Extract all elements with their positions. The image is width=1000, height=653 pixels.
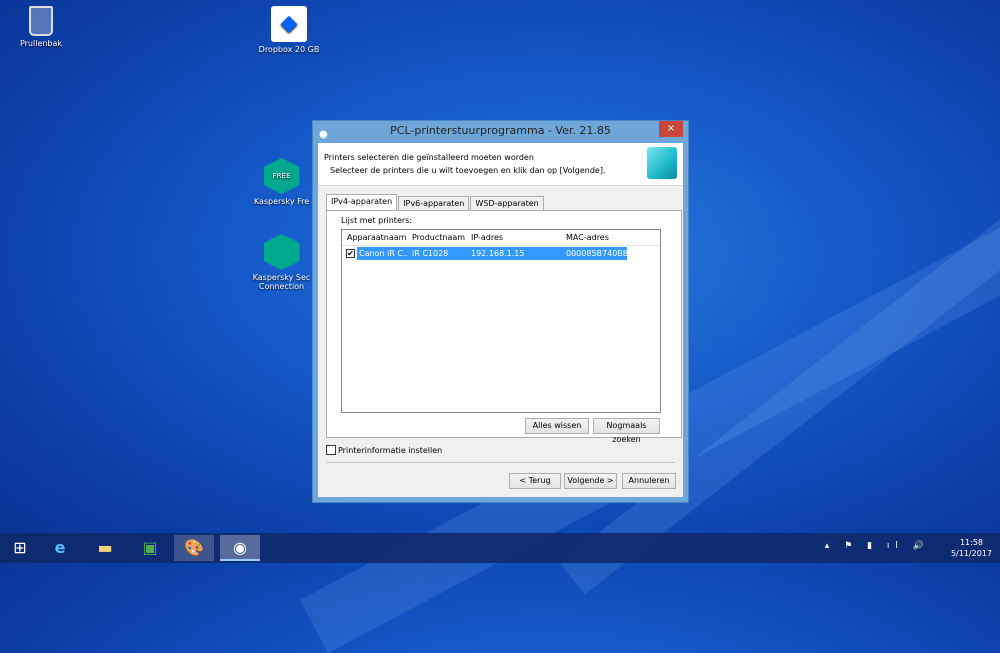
printer-driver-taskbar-icon[interactable]: ◉ xyxy=(220,535,260,561)
start-windows-icon[interactable]: ⊞ xyxy=(0,535,40,561)
list-label: Lijst met printers: xyxy=(341,216,413,225)
printer-info-checkbox[interactable]: Printerinformatie instellen xyxy=(326,445,442,455)
tab-wsd[interactable]: WSD-apparaten xyxy=(470,196,544,210)
ip-address: 192.168.1.15 xyxy=(471,249,525,258)
list-header: Apparaatnaam Productnaam IP-adres MAC-ad… xyxy=(342,230,660,246)
tray-icons[interactable]: ▴ ⚑ ▮ ıl 🔊 xyxy=(825,541,930,552)
table-row[interactable]: ✔ Canon iR C... iR C1028 192.168.1.15 00… xyxy=(342,247,660,260)
dialog-header: Printers selecteren die geïnstalleerd mo… xyxy=(318,143,683,186)
divider xyxy=(326,462,675,463)
close-button[interactable]: × xyxy=(659,121,683,137)
desktop-icon-label: Dropbox 20 GB xyxy=(258,45,320,54)
subheading: Selecteer de printers die u wilt toevoeg… xyxy=(330,166,606,175)
title-bar[interactable]: ● PCL-printerstuurprogramma - Ver. 21.85… xyxy=(313,121,688,143)
mac-address: 000085B740BB xyxy=(566,249,629,258)
tab-panel: Lijst met printers: Apparaatnaam Product… xyxy=(326,210,682,444)
checkbox[interactable] xyxy=(326,445,336,455)
store-icon[interactable]: ▣ xyxy=(130,535,170,561)
file-explorer-icon[interactable]: ▬ xyxy=(85,535,125,561)
clear-all-button[interactable]: Alles wissen xyxy=(525,418,589,434)
desktop-icon-label: Kaspersky Fre xyxy=(253,197,310,206)
kaspersky-shield-icon: FREE xyxy=(263,158,300,194)
date: 5/11/2017 xyxy=(950,549,992,558)
checkbox-label: Printerinformatie instellen xyxy=(338,445,443,455)
printer-list[interactable]: Apparaatnaam Productnaam IP-adres MAC-ad… xyxy=(341,229,661,413)
cancel-button[interactable]: Annuleren xyxy=(622,473,676,489)
kaspersky-vpn-icon xyxy=(263,234,300,270)
desktop-icon-recycle-bin[interactable]: Prullenbak xyxy=(1,6,81,48)
time: 11:58 xyxy=(959,538,984,547)
next-button[interactable]: Volgende > xyxy=(564,473,617,489)
column-header[interactable]: Productnaam xyxy=(407,230,466,245)
internet-explorer-icon[interactable]: e xyxy=(40,535,80,561)
tab-ipv6[interactable]: IPv6-apparaten xyxy=(398,196,470,210)
desktop-icon-kaspersky-secure-connection[interactable]: Kaspersky Sec Connection xyxy=(249,234,314,291)
desktop-icon-label: Prullenbak xyxy=(19,39,63,48)
desktop-icon-dropbox[interactable]: ◆ Dropbox 20 GB xyxy=(249,6,329,54)
column-header[interactable]: Apparaatnaam xyxy=(342,230,407,245)
desktop-icon-label: Kaspersky Sec Connection xyxy=(252,273,311,291)
clock[interactable]: 11:58 5/11/2017 xyxy=(951,537,992,559)
dialog-title: PCL-printerstuurprogramma - Ver. 21.85 xyxy=(390,124,611,137)
product-name: iR C1028 xyxy=(412,249,449,258)
tab-ipv4[interactable]: IPv4-apparaten xyxy=(326,194,398,210)
back-button[interactable]: < Terug xyxy=(509,473,561,489)
printer-driver-dialog: ● PCL-printerstuurprogramma - Ver. 21.85… xyxy=(312,120,689,503)
app-icon: ● xyxy=(319,129,328,140)
heading: Printers selecteren die geïnstalleerd mo… xyxy=(324,153,534,162)
recycle-bin-icon xyxy=(29,6,53,36)
desktop-icon-kaspersky-free[interactable]: FREE Kaspersky Fre xyxy=(249,158,314,206)
search-again-button[interactable]: Nogmaals zoeken xyxy=(593,418,660,444)
paint-icon[interactable]: 🎨 xyxy=(174,535,214,561)
column-header[interactable]: IP-adres xyxy=(466,230,561,245)
column-header[interactable]: MAC-adres xyxy=(561,230,625,245)
row-checkbox[interactable]: ✔ xyxy=(346,249,355,258)
printer-cube-icon xyxy=(647,147,677,179)
device-name: Canon iR C... xyxy=(359,249,407,258)
taskbar: ⊞ e ▬ ▣ 🎨 ◉ ▴ ⚑ ▮ ıl 🔊 11:58 5/11/2017 xyxy=(0,533,1000,563)
dropbox-icon: ◆ xyxy=(271,6,307,42)
